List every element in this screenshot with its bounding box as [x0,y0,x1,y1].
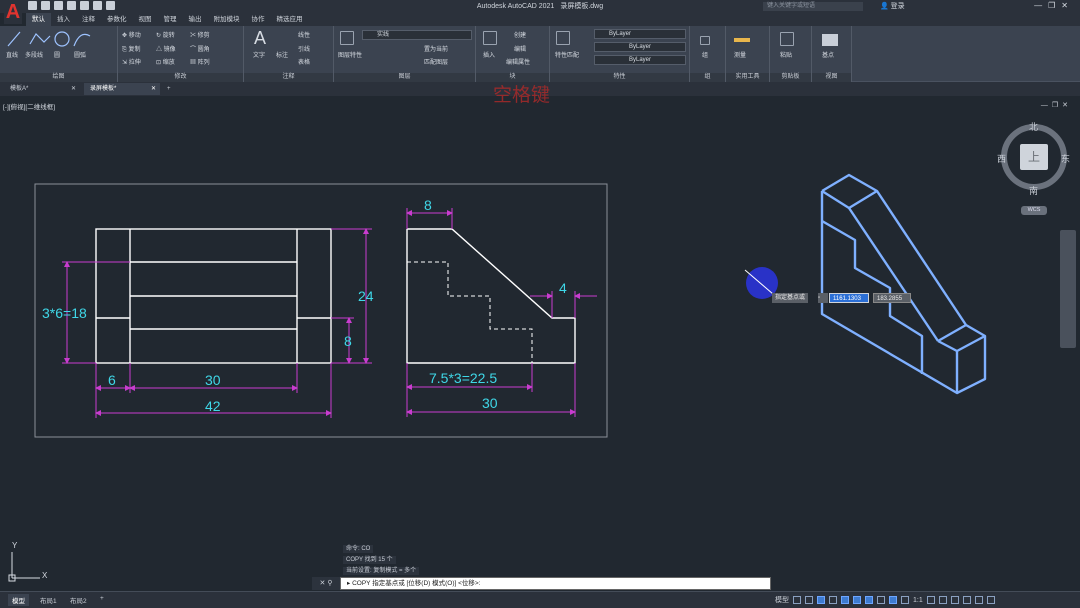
snap-icon[interactable] [805,596,813,604]
workspace-gear-icon[interactable] [926,596,935,604]
isodraft-icon[interactable] [841,596,849,604]
dim-text: 4 [559,280,567,296]
dim-text: 3*6=18 [42,305,87,321]
dim-text: 30 [205,372,221,388]
ucs-x-label: X [42,571,48,580]
compass-north[interactable]: 北 [1029,120,1038,133]
y-coordinate-input[interactable]: 183.2855 [873,293,911,303]
dimension-lines [62,208,597,418]
ucs-y-label: Y [12,541,18,550]
dynamic-input-prompt: 指定基点或 [772,293,809,303]
command-prompt: COPY 指定基点或 [位移(D) 模式(O)] <位移>: [352,580,481,587]
command-history-line: 当前设置: 复制模式 = 多个 [343,567,420,575]
annotation-visibility-icon[interactable] [889,596,897,604]
command-line-buttons[interactable]: ✕ ⚲ [312,577,340,590]
dim-text: 6 [108,372,116,388]
command-line-input[interactable]: ▸ COPY 指定基点或 [位移(D) 模式(O)] <位移>: [340,577,771,590]
dim-text: 8 [424,197,432,213]
model-space-label[interactable]: 模型 [775,595,789,605]
clean-screen-icon[interactable] [974,596,983,604]
layout-tab-1[interactable]: 布局1 [36,594,61,606]
status-toggles: 模型 1:1 [775,595,995,605]
lock-icon: ▫ [818,293,828,303]
dim-text: 42 [205,398,221,414]
dim-text: 30 [482,395,498,411]
compass-east[interactable]: 东 [1061,152,1070,165]
viewcube-top-face[interactable]: 上 [1020,144,1048,170]
hidden-lines [407,261,533,363]
ucs-icon [8,552,40,582]
customize-menu-icon[interactable] [986,596,995,604]
add-layout-button[interactable]: + [96,594,108,603]
dim-text: 24 [358,288,374,304]
plus-icon[interactable] [938,596,947,604]
drawing-canvas[interactable]: 3*6=18 24 8 6 30 42 8 4 7.5*3=22.5 30 Y … [0,0,1080,608]
command-history-line: COPY 找到 15 个 [343,556,396,564]
wcs-menu[interactable]: WCS [1021,206,1047,215]
ortho-icon[interactable] [817,596,825,604]
grid-icon[interactable] [793,596,801,604]
drawing-frame [34,183,608,438]
layout-tab-model[interactable]: 模型 [8,594,29,606]
status-bar: 模型 布局1 布局2 + 模型 1:1 [0,591,1080,608]
dim-text: 7.5*3=22.5 [429,370,497,386]
command-history-line: 命令: CO [343,545,374,553]
object-track-icon[interactable] [853,596,861,604]
isolate-icon[interactable] [950,596,959,604]
polar-icon[interactable] [829,596,837,604]
navigation-bar[interactable] [1060,230,1076,348]
isometric-model[interactable] [820,173,987,395]
auto-scale-icon[interactable] [901,596,909,604]
lineweight-icon[interactable] [877,596,885,604]
front-view [95,228,332,364]
layout-tab-2[interactable]: 布局2 [66,594,91,606]
compass-south[interactable]: 南 [1029,184,1038,197]
annotation-scale[interactable]: 1:1 [913,597,923,604]
object-snap-icon[interactable] [865,596,873,604]
x-coordinate-input[interactable]: 1161.1303 [829,293,869,303]
hardware-accel-icon[interactable] [962,596,971,604]
compass-west[interactable]: 西 [997,152,1006,165]
dim-text: 8 [344,333,352,349]
